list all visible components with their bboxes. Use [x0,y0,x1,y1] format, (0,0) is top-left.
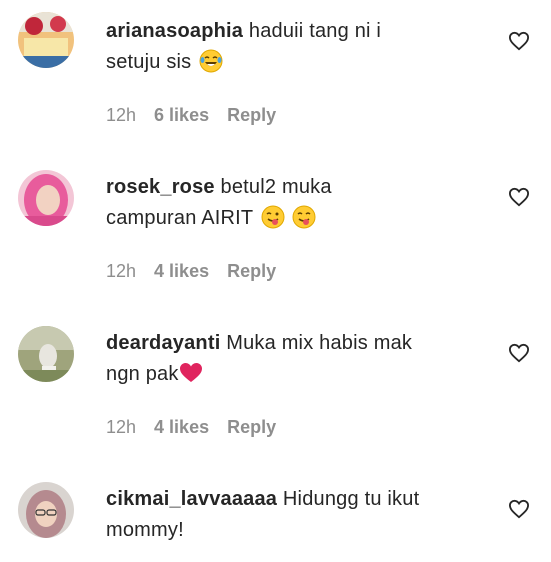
comment-time: 12h [106,105,137,125]
comment-body-line1: betul2 muka [220,176,332,198]
like-button[interactable] [508,187,530,207]
comment-text: rosek_rose betul2 muka campuran AIRIT [106,172,486,234]
comment-body-line2: mommy! [106,519,184,541]
heart-outline-icon [508,187,530,207]
tongue-wink-emoji [292,205,316,229]
avatar-image [18,12,74,68]
comment-meta: 12h 6 likes Reply [106,105,276,126]
reply-button[interactable]: Reply [227,105,276,126]
avatar-image [18,482,74,538]
comment-body-line2: ngn pak [106,363,179,385]
comment-username[interactable]: arianasoaphia [106,20,243,42]
comment-time: 12h [106,261,137,281]
reply-button[interactable]: Reply [227,261,276,282]
comment-username[interactable]: cikmai_lavvaaaaa [106,488,277,510]
avatar-image [18,326,74,382]
comment-username[interactable]: deardayanti [106,332,220,354]
avatar[interactable] [18,12,74,68]
comment-text: arianasoaphia haduii tang ni i setuju si… [106,16,486,78]
like-button[interactable] [508,343,530,363]
like-button[interactable] [508,499,530,519]
avatar-image [18,170,74,226]
comment-likes[interactable]: 4 likes [154,417,209,438]
comment-likes[interactable]: 4 likes [154,261,209,282]
comment-body-line1: Muka mix habis mak [226,332,413,354]
comment-likes[interactable]: 6 likes [154,105,209,126]
avatar[interactable] [18,170,74,226]
comment-meta: 12h 4 likes Reply [106,261,276,282]
comment-meta: 12h 4 likes Reply [106,417,276,438]
comment-time: 12h [106,417,137,437]
red-heart-emoji [179,363,202,382]
heart-outline-icon [508,343,530,363]
heart-outline-icon [508,31,530,51]
avatar[interactable] [18,326,74,382]
comment-text: deardayanti Muka mix habis mak ngn pak [106,328,486,390]
comment-text: cikmai_lavvaaaaa Hidungg tu ikut mommy! [106,484,486,546]
comment-body-line1: haduii tang ni i [248,20,382,42]
heart-outline-icon [508,499,530,519]
laughing-tears-emoji [199,49,223,73]
like-button[interactable] [508,31,530,51]
avatar[interactable] [18,482,74,538]
tongue-wink-emoji [261,205,285,229]
reply-button[interactable]: Reply [227,417,276,438]
comment-body-line2: setuju sis [106,51,192,73]
comment-body-line1: Hidungg tu ikut [282,488,420,510]
comment-username[interactable]: rosek_rose [106,176,215,198]
comment-body-line2: campuran AIRIT [106,207,253,229]
